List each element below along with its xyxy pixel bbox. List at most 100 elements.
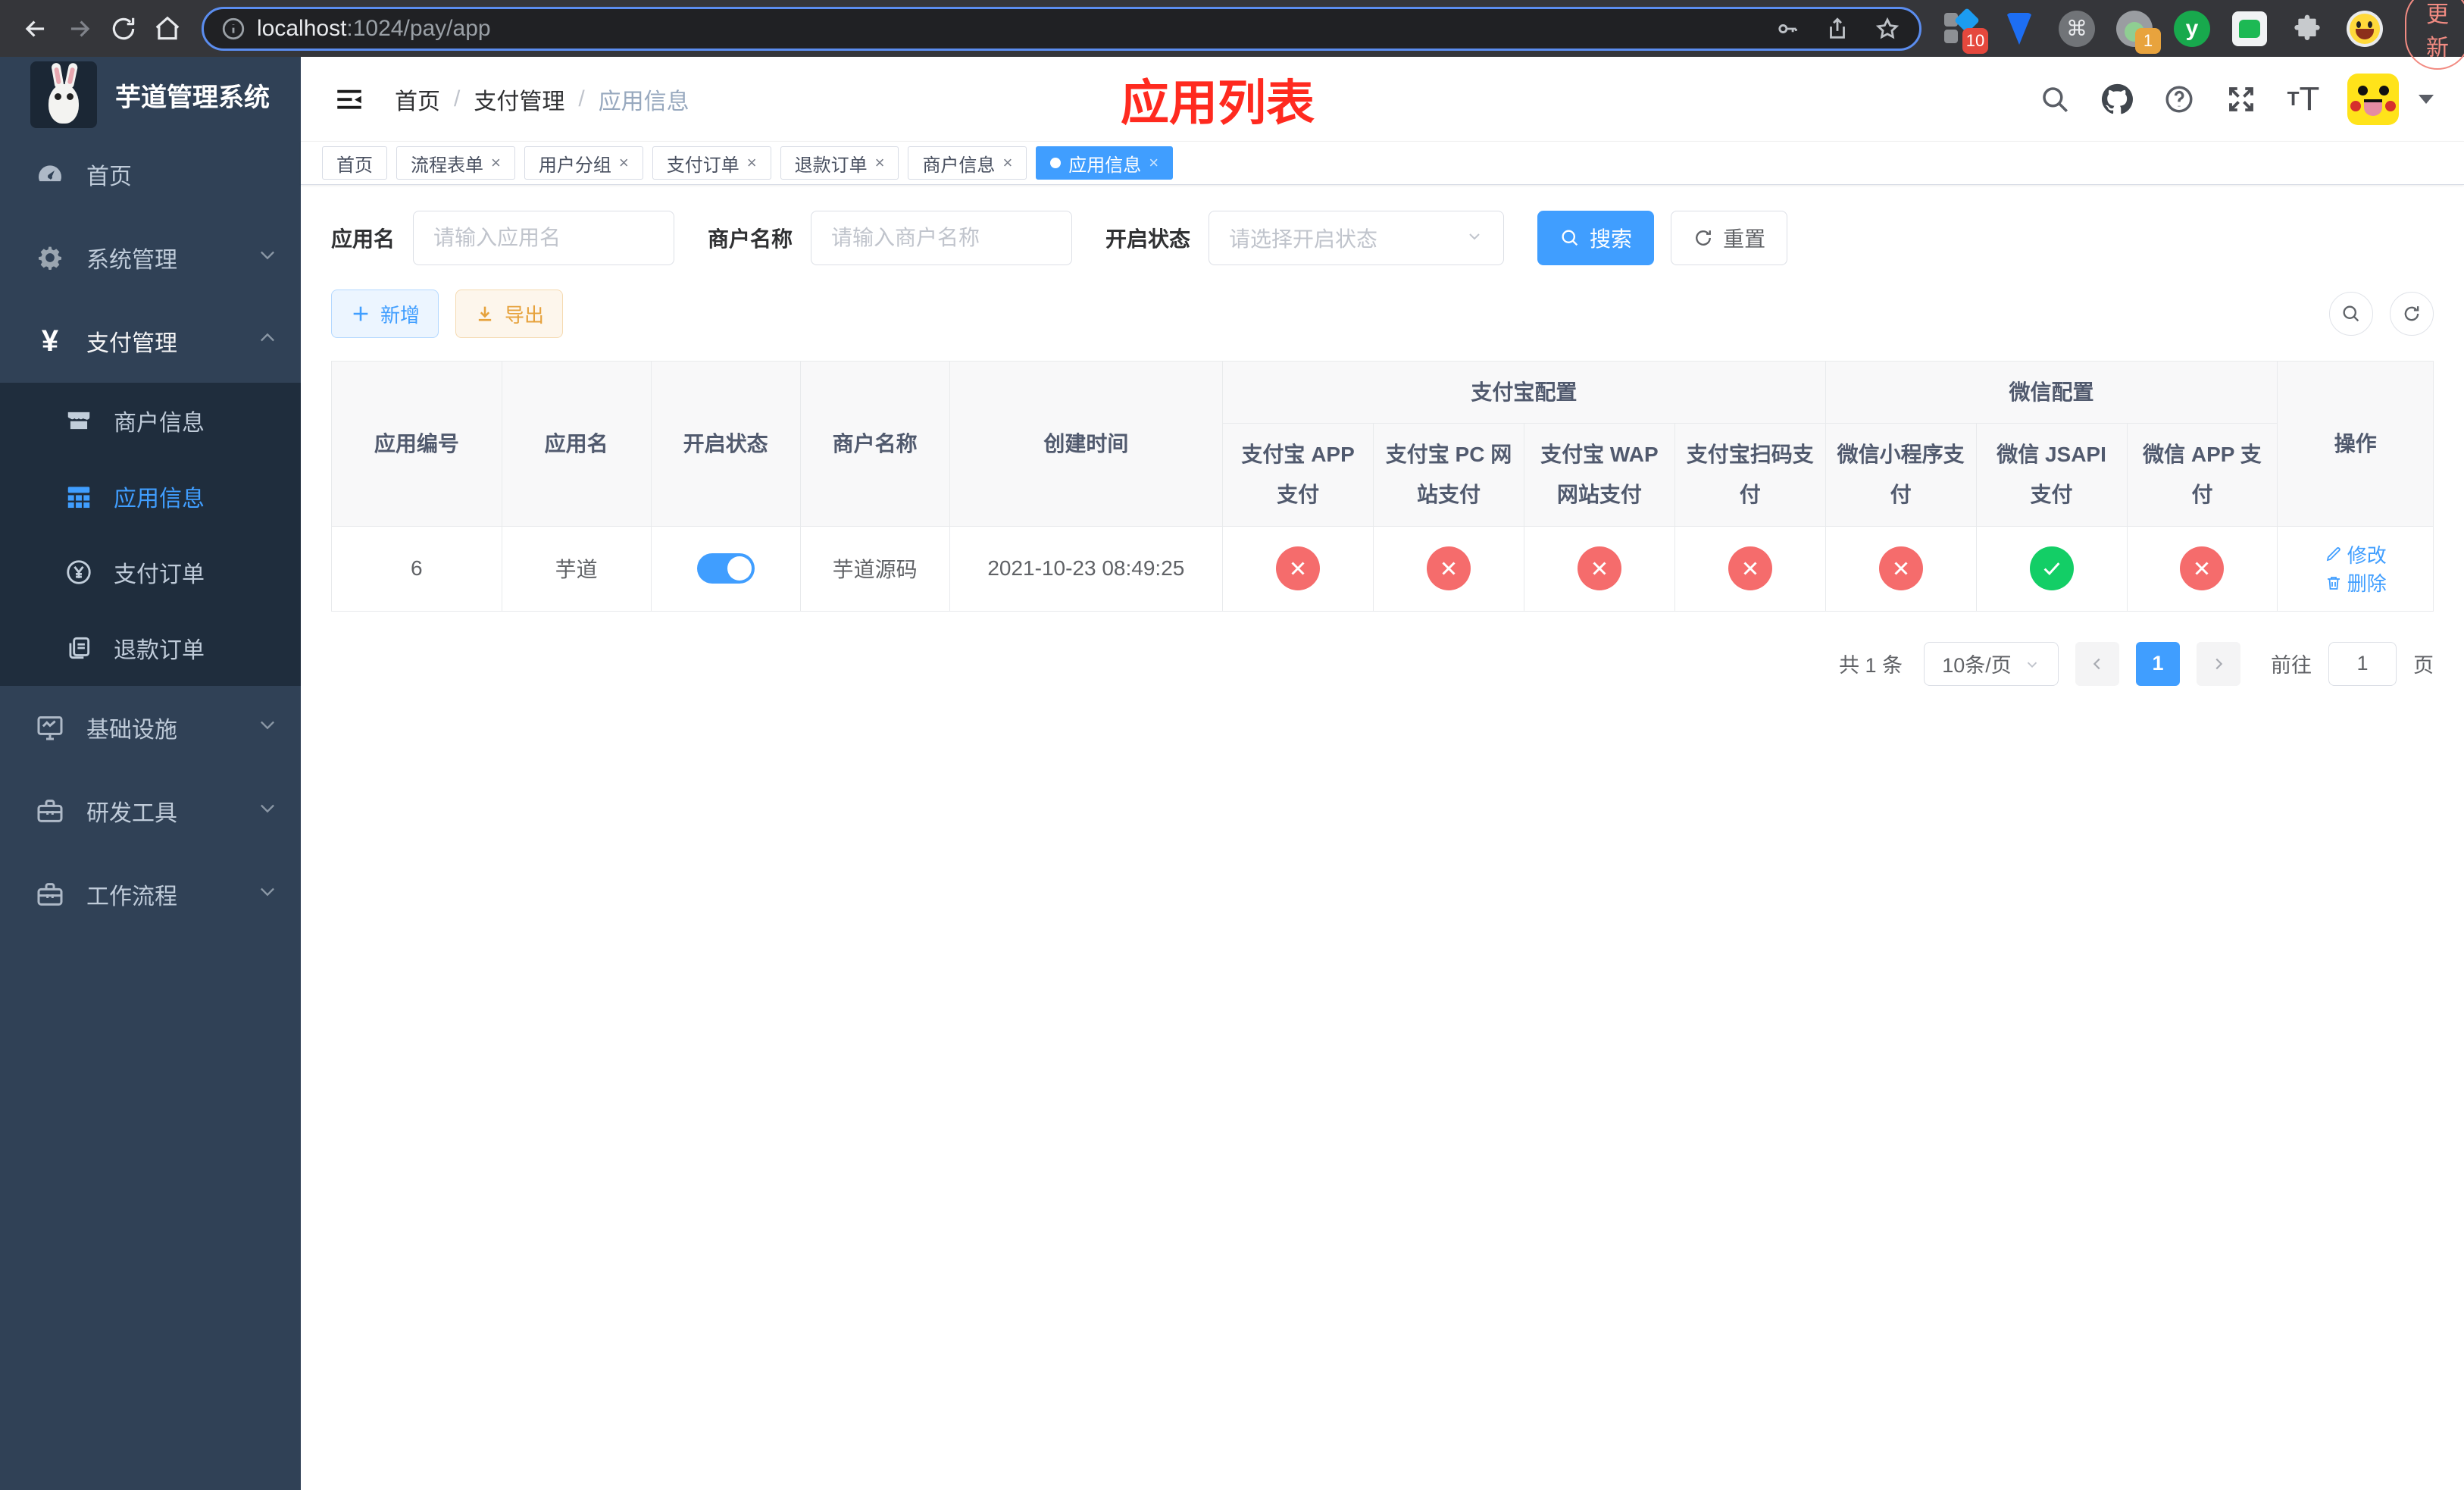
site-info-icon[interactable] bbox=[220, 16, 246, 42]
status-label: 开启状态 bbox=[1105, 227, 1191, 251]
download-icon bbox=[478, 306, 492, 321]
extension-avatar-icon[interactable]: 1 bbox=[2115, 10, 2161, 54]
browser-forward-button[interactable] bbox=[65, 12, 94, 45]
filter-form: 应用名 商户名称 开启状态 请选择开启状态 搜索 bbox=[331, 211, 2434, 265]
reset-button[interactable]: 重置 bbox=[1671, 211, 1788, 265]
browser-update-button[interactable]: 更新 bbox=[2405, 0, 2464, 70]
sidebar-item-label: 基础设施 bbox=[86, 718, 177, 743]
wechat-app-status-icon bbox=[2180, 546, 2225, 591]
sidebar-fold-icon[interactable] bbox=[331, 81, 367, 117]
tab-close-icon[interactable]: × bbox=[491, 153, 501, 173]
url-text: localhost:1024/pay/app bbox=[257, 15, 491, 41]
github-icon[interactable] bbox=[2099, 81, 2135, 117]
app-name-label: 应用名 bbox=[331, 227, 396, 251]
search-button[interactable]: 搜索 bbox=[1537, 211, 1655, 265]
font-size-icon[interactable]: TT bbox=[2285, 80, 2322, 117]
toolbox-icon bbox=[33, 794, 67, 828]
tab-payment-orders[interactable]: 支付订单 × bbox=[652, 146, 771, 180]
cell-app-id: 6 bbox=[331, 525, 502, 612]
show-search-button[interactable] bbox=[2329, 292, 2373, 336]
edit-link[interactable]: 修改 bbox=[2325, 540, 2387, 568]
sidebar-item-refund-orders[interactable]: 退款订单 bbox=[0, 610, 301, 686]
sidebar-item-label: 支付管理 bbox=[86, 331, 177, 356]
help-icon[interactable] bbox=[2161, 81, 2197, 117]
fullscreen-icon[interactable] bbox=[2223, 81, 2259, 117]
tab-close-icon[interactable]: × bbox=[875, 153, 885, 173]
breadcrumb-payment[interactable]: 支付管理 bbox=[474, 83, 564, 116]
search-icon[interactable] bbox=[2037, 81, 2073, 117]
tab-app-info[interactable]: 应用信息 × bbox=[1036, 146, 1174, 180]
share-icon[interactable] bbox=[1822, 14, 1853, 44]
content: 应用名 商户名称 开启状态 请选择开启状态 搜索 bbox=[301, 185, 2464, 686]
app-name-input[interactable] bbox=[413, 211, 675, 265]
delete-link[interactable]: 删除 bbox=[2325, 568, 2387, 596]
page-number-1[interactable]: 1 bbox=[2136, 641, 2180, 686]
sidebar-item-label: 支付订单 bbox=[114, 562, 205, 587]
tab-process-form[interactable]: 流程表单 × bbox=[396, 146, 515, 180]
top-navbar: 首页 / 支付管理 / 应用信息 应用列表 TT bbox=[301, 57, 2464, 142]
pagination: 共 1 条 10条/页 1 前往 页 bbox=[331, 641, 2434, 686]
logo: 芋道管理系统 bbox=[0, 57, 301, 133]
tab-close-icon[interactable]: × bbox=[619, 153, 629, 173]
sidebar-item-infrastructure[interactable]: 基础设施 bbox=[0, 686, 301, 769]
chevron-right-icon bbox=[2215, 658, 2223, 669]
col-alipay-pc: 支付宝 PC 网站支付 bbox=[1373, 423, 1524, 527]
sidebar-item-label: 应用信息 bbox=[114, 487, 205, 512]
breadcrumb-home[interactable]: 首页 bbox=[395, 83, 440, 116]
browser-reload-button[interactable] bbox=[109, 12, 138, 45]
page-size-select[interactable]: 10条/页 bbox=[1924, 641, 2059, 686]
alipay-pc-status-icon bbox=[1426, 546, 1471, 591]
avatar[interactable] bbox=[2347, 73, 2399, 125]
col-alipay-app: 支付宝 APP 支付 bbox=[1222, 423, 1374, 527]
sidebar-item-merchant-info[interactable]: 商户信息 bbox=[0, 383, 301, 459]
status-toggle[interactable] bbox=[696, 553, 755, 584]
tab-home[interactable]: 首页 bbox=[322, 146, 387, 180]
add-button[interactable]: 新增 bbox=[331, 290, 439, 338]
chevron-left-icon bbox=[2093, 658, 2100, 669]
bookmark-star-icon[interactable] bbox=[1872, 14, 1903, 44]
tab-merchant-info[interactable]: 商户信息 × bbox=[908, 146, 1027, 180]
tab-close-icon[interactable]: × bbox=[1149, 153, 1159, 173]
merchant-name-input[interactable] bbox=[811, 211, 1073, 265]
sidebar-item-app-info[interactable]: 应用信息 bbox=[0, 459, 301, 534]
prev-page-button[interactable] bbox=[2075, 641, 2119, 686]
col-wechat-app: 微信 APP 支付 bbox=[2126, 423, 2278, 527]
extension-chat-icon[interactable] bbox=[2231, 10, 2269, 48]
browser-back-button[interactable] bbox=[21, 12, 50, 45]
tab-close-icon[interactable]: × bbox=[747, 153, 757, 173]
avatar-dropdown-icon[interactable] bbox=[2419, 94, 2434, 104]
extension-badge: 10 bbox=[1962, 27, 1988, 54]
password-key-icon[interactable] bbox=[1772, 14, 1803, 44]
goto-page-input[interactable] bbox=[2328, 641, 2397, 686]
extension-kite-icon[interactable] bbox=[2000, 10, 2038, 48]
group-wechat-config: 微信配置 bbox=[1825, 360, 2278, 424]
sidebar-item-home[interactable]: 首页 bbox=[0, 133, 301, 216]
browser-home-button[interactable] bbox=[153, 12, 182, 45]
tab-refund-orders[interactable]: 退款订单 × bbox=[780, 146, 899, 180]
main-area: 首页 / 支付管理 / 应用信息 应用列表 TT 首页 流程表单 × 用户分组 … bbox=[301, 57, 2464, 1490]
table-toolbar: 新增 导出 bbox=[331, 290, 2434, 338]
tab-user-group[interactable]: 用户分组 × bbox=[524, 146, 643, 180]
status-select[interactable]: 请选择开启状态 bbox=[1209, 211, 1505, 265]
profile-emoji-icon[interactable] bbox=[2346, 10, 2384, 48]
col-alipay-qr: 支付宝扫码支付 bbox=[1674, 423, 1826, 527]
export-button[interactable]: 导出 bbox=[455, 290, 564, 338]
sidebar-item-payment[interactable]: ¥ 支付管理 bbox=[0, 299, 301, 383]
sidebar-item-label: 商户信息 bbox=[114, 411, 205, 436]
sidebar-item-workflow[interactable]: 工作流程 bbox=[0, 853, 301, 936]
group-alipay-config: 支付宝配置 bbox=[1222, 360, 1826, 424]
extension-grid-icon[interactable]: 10 bbox=[1943, 7, 1988, 54]
sidebar-item-label: 工作流程 bbox=[86, 884, 177, 909]
refresh-table-button[interactable] bbox=[2390, 292, 2434, 336]
extensions-puzzle-icon[interactable] bbox=[2288, 10, 2326, 48]
tab-close-icon[interactable]: × bbox=[1002, 153, 1012, 173]
yen-icon: ¥ bbox=[41, 324, 59, 358]
next-page-button[interactable] bbox=[2197, 641, 2240, 686]
extension-y-icon[interactable]: y bbox=[2173, 10, 2211, 48]
sidebar-item-payment-orders[interactable]: 支付订单 bbox=[0, 534, 301, 610]
extension-command-icon[interactable]: ⌘ bbox=[2058, 10, 2096, 48]
address-bar[interactable]: localhost:1024/pay/app bbox=[202, 6, 1921, 51]
sidebar-item-dev-tools[interactable]: 研发工具 bbox=[0, 769, 301, 853]
sidebar-item-system[interactable]: 系统管理 bbox=[0, 216, 301, 299]
page-suffix: 页 bbox=[2413, 654, 2434, 678]
